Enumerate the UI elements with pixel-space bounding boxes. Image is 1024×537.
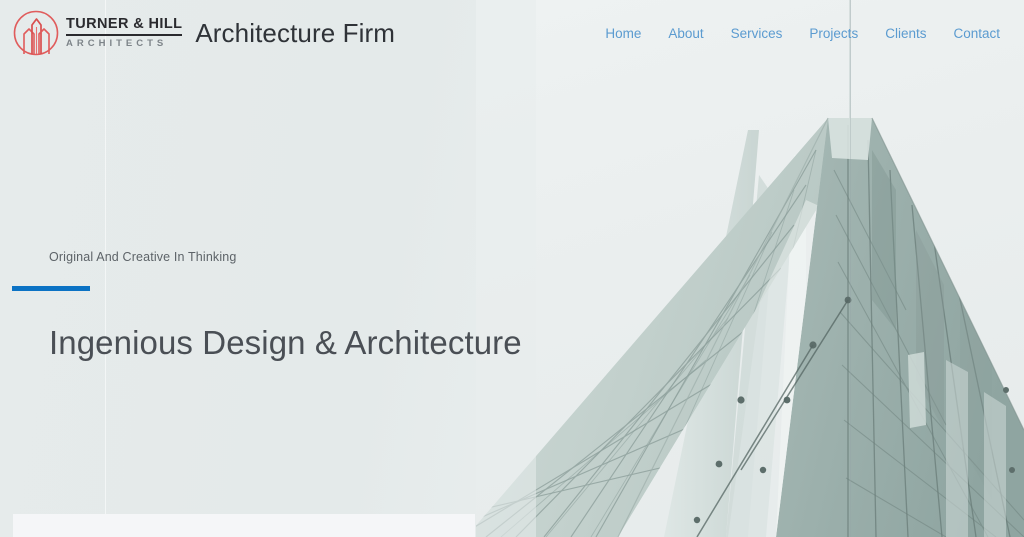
hero-heading: Ingenious Design & Architecture bbox=[49, 324, 522, 361]
site-header: TURNER & HILL ARCHITECTS Architecture Fi… bbox=[0, 0, 1024, 66]
brand-name: TURNER & HILL bbox=[66, 16, 183, 36]
hero-section: Original And Creative In Thinking Ingeni… bbox=[0, 250, 522, 362]
glass-building-facade-photo bbox=[476, 0, 1024, 537]
primary-navigation: Home About Services Projects Clients Con… bbox=[605, 26, 1000, 41]
photo-cable-line bbox=[850, 0, 851, 537]
nav-item-home[interactable]: Home bbox=[605, 26, 641, 41]
hero-accent-rule bbox=[12, 286, 90, 291]
nav-item-projects[interactable]: Projects bbox=[809, 26, 858, 41]
bottom-content-panel bbox=[13, 514, 475, 537]
nav-item-contact[interactable]: Contact bbox=[953, 26, 1000, 41]
brand-logo[interactable]: TURNER & HILL ARCHITECTS bbox=[10, 7, 183, 59]
page-root: TURNER & HILL ARCHITECTS Architecture Fi… bbox=[0, 0, 1024, 537]
brand-subtitle: ARCHITECTS bbox=[66, 37, 168, 49]
nav-item-services[interactable]: Services bbox=[731, 26, 783, 41]
hero-tagline: Original And Creative In Thinking bbox=[49, 250, 237, 264]
brand-wordmark: TURNER & HILL ARCHITECTS bbox=[66, 12, 183, 54]
nav-item-clients[interactable]: Clients bbox=[885, 26, 926, 41]
site-title: Architecture Firm bbox=[195, 17, 395, 48]
nav-item-about[interactable]: About bbox=[668, 26, 703, 41]
building-towers-circle-icon bbox=[13, 10, 59, 56]
